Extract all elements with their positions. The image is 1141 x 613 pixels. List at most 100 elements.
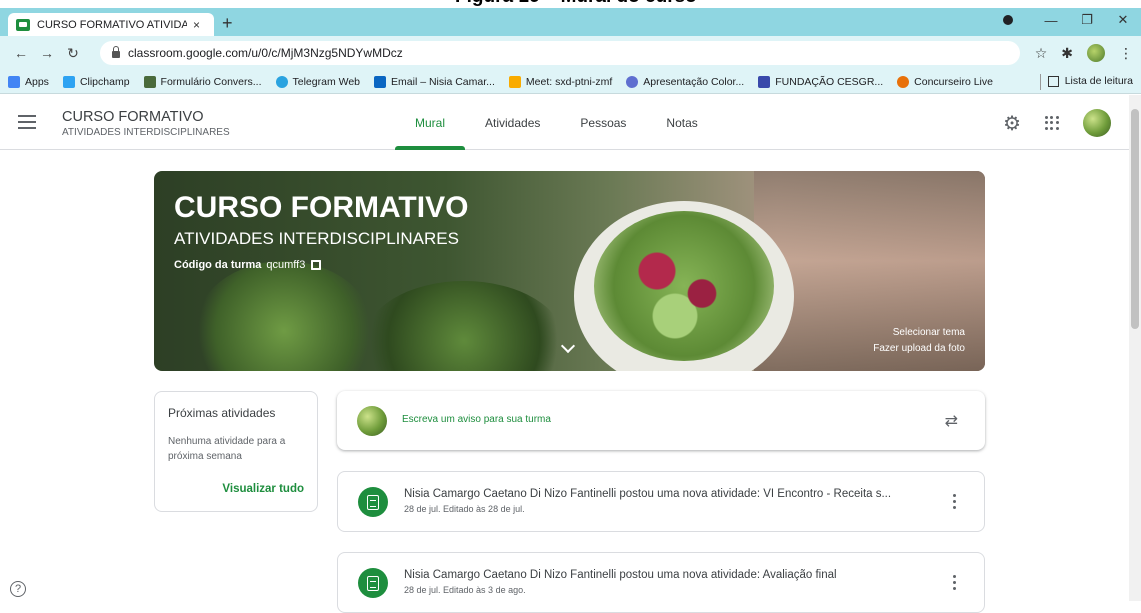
tab-atividades[interactable]: Atividades xyxy=(465,95,560,150)
banner-leaves-image xyxy=(364,281,564,371)
telegram-icon xyxy=(275,75,288,88)
address-bar-row: ← → ↻ classroom.google.com/u/0/c/MjM3Nzg… xyxy=(0,36,1141,70)
upcoming-title: Próximas atividades xyxy=(168,406,276,420)
assignment-icon xyxy=(358,487,388,517)
new-tab-icon[interactable]: + xyxy=(222,13,233,34)
post-menu-icon[interactable] xyxy=(953,494,957,512)
class-code: Código da turma qcumff3 xyxy=(174,259,322,271)
user-avatar[interactable] xyxy=(1083,109,1111,137)
bookmark-label: Email – Nisia Camar... xyxy=(391,75,495,88)
course-banner: CURSO FORMATIVO ATIVIDADES INTERDISCIPLI… xyxy=(154,171,985,371)
bookmark-meet[interactable]: Meet: sxd-ptni-zmf xyxy=(508,75,612,88)
caption-text: Figura 16 – Mural do curso xyxy=(455,0,697,8)
extensions-puzzle-icon[interactable]: ✱ xyxy=(1061,45,1073,62)
page-scrollbar[interactable] xyxy=(1129,95,1141,601)
bookmark-clipchamp[interactable]: Clipchamp xyxy=(62,75,130,88)
announcement-composer[interactable]: Escreva um aviso para sua turma ⇄ xyxy=(337,391,985,450)
record-indicator-icon xyxy=(1003,15,1013,25)
main-menu-icon[interactable] xyxy=(18,115,36,133)
bookmark-apps[interactable]: Apps xyxy=(8,75,49,88)
bookmark-concurseiro[interactable]: Concurseiro Live xyxy=(897,75,993,88)
tab-notas[interactable]: Notas xyxy=(646,95,717,150)
post-menu-icon[interactable] xyxy=(953,575,957,593)
minimize-icon[interactable]: — xyxy=(1033,13,1069,28)
select-theme-link[interactable]: Selecionar tema xyxy=(893,327,965,338)
course-subtitle: ATIVIDADES INTERDISCIPLINARES xyxy=(62,127,230,138)
course-title: CURSO FORMATIVO xyxy=(62,109,204,125)
browser-tab[interactable]: CURSO FORMATIVO ATIVIDADES × xyxy=(8,13,214,36)
url-field[interactable]: classroom.google.com/u/0/c/MjM3Nzg5NDYwM… xyxy=(100,41,1020,65)
figure-caption: Figura 16 – Mural do curso xyxy=(0,0,1141,8)
reading-list[interactable]: Lista de leitura xyxy=(1047,75,1133,87)
bookmark-label: Apresentação Color... xyxy=(643,75,745,88)
bookmark-label: Concurseiro Live xyxy=(914,75,993,88)
reading-list-icon xyxy=(1047,75,1059,87)
apps-grid-icon xyxy=(8,75,20,88)
banner-subtitle: ATIVIDADES INTERDISCIPLINARES xyxy=(174,229,459,248)
assignment-icon xyxy=(358,568,388,598)
google-apps-icon[interactable] xyxy=(1045,116,1059,130)
bookmarks-divider xyxy=(1040,74,1041,90)
upcoming-card: Próximas atividades Nenhuma atividade pa… xyxy=(154,391,318,512)
url-text: classroom.google.com/u/0/c/MjM3Nzg5NDYwM… xyxy=(128,46,403,60)
addr-right-tools: ☆ ✱ ⋮ xyxy=(1035,44,1133,62)
stream-post[interactable]: Nisia Camargo Caetano Di Nizo Fantinelli… xyxy=(337,552,985,613)
post-title: Nisia Camargo Caetano Di Nizo Fantinelli… xyxy=(404,569,837,581)
bookmark-email[interactable]: Email – Nisia Camar... xyxy=(374,75,495,88)
browser-tabbar: CURSO FORMATIVO ATIVIDADES × + — ❐ ✕ xyxy=(0,8,1141,36)
repost-icon[interactable]: ⇄ xyxy=(945,411,958,431)
help-icon[interactable]: ? xyxy=(10,581,26,597)
close-window-icon[interactable]: ✕ xyxy=(1105,12,1141,28)
tab-title: CURSO FORMATIVO ATIVIDADES xyxy=(37,18,187,31)
fullscreen-icon[interactable] xyxy=(311,260,322,270)
settings-gear-icon[interactable]: ⚙ xyxy=(1003,111,1021,136)
upload-photo-link[interactable]: Fazer upload da foto xyxy=(873,343,965,354)
class-code-label: Código da turma xyxy=(174,259,262,271)
back-icon[interactable]: ← xyxy=(8,45,34,61)
reload-icon[interactable]: ↻ xyxy=(60,45,86,62)
window-controls: — ❐ ✕ xyxy=(1003,12,1141,28)
bookmark-telegram[interactable]: Telegram Web xyxy=(275,75,361,88)
canva-icon xyxy=(626,75,639,88)
post-date: 28 de jul. Editado às 28 de jul. xyxy=(404,504,525,514)
bookmark-label: Telegram Web xyxy=(292,75,361,88)
bookmark-label: FUNDAÇÃO CESGR... xyxy=(775,75,884,88)
bookmark-apresentacao[interactable]: Apresentação Color... xyxy=(626,75,745,88)
post-date: 28 de jul. Editado às 3 de ago. xyxy=(404,585,526,595)
post-title: Nisia Camargo Caetano Di Nizo Fantinelli… xyxy=(404,488,892,500)
meet-icon xyxy=(508,75,521,88)
classroom-tabs: Mural Atividades Pessoas Notas xyxy=(395,95,718,150)
chrome-menu-icon[interactable]: ⋮ xyxy=(1119,45,1133,62)
lock-icon xyxy=(112,46,120,58)
bookmark-fundacao[interactable]: FUNDAÇÃO CESGR... xyxy=(758,75,884,88)
tab-pessoas[interactable]: Pessoas xyxy=(560,95,646,150)
classroom-favicon-icon xyxy=(16,18,30,31)
restore-icon[interactable]: ❐ xyxy=(1069,12,1105,28)
reading-list-label: Lista de leitura xyxy=(1064,75,1133,87)
class-code-value: qcumff3 xyxy=(266,259,306,271)
clipchamp-icon xyxy=(62,75,75,88)
bookmark-label: Apps xyxy=(25,75,49,88)
bookmark-formulario[interactable]: Formulário Convers... xyxy=(143,75,262,88)
form-icon xyxy=(143,75,156,88)
forward-icon[interactable]: → xyxy=(34,45,60,61)
bookmark-star-icon[interactable]: ☆ xyxy=(1035,45,1048,62)
close-tab-icon[interactable]: × xyxy=(193,18,200,32)
tab-mural[interactable]: Mural xyxy=(395,95,466,150)
bookmarks-bar: Apps Clipchamp Formulário Convers... Tel… xyxy=(0,70,1141,94)
classroom-header: CURSO FORMATIVO ATIVIDADES INTERDISCIPLI… xyxy=(0,95,1141,150)
banner-title: CURSO FORMATIVO xyxy=(174,191,469,224)
bookmark-label: Clipchamp xyxy=(79,75,130,88)
fundacao-icon xyxy=(758,75,771,88)
announcement-placeholder[interactable]: Escreva um aviso para sua turma xyxy=(402,414,551,425)
profile-avatar[interactable] xyxy=(1087,44,1105,62)
outlook-icon xyxy=(374,75,387,88)
author-avatar xyxy=(357,406,387,436)
banner-salad-image xyxy=(594,211,774,361)
upcoming-empty-text: Nenhuma atividade para a próxima semana xyxy=(168,436,286,462)
bookmark-label: Formulário Convers... xyxy=(160,75,262,88)
scroll-thumb[interactable] xyxy=(1131,109,1139,329)
stream-post[interactable]: Nisia Camargo Caetano Di Nizo Fantinelli… xyxy=(337,471,985,532)
view-all-link[interactable]: Visualizar tudo xyxy=(222,483,304,495)
banner-leaves-image xyxy=(194,261,374,371)
